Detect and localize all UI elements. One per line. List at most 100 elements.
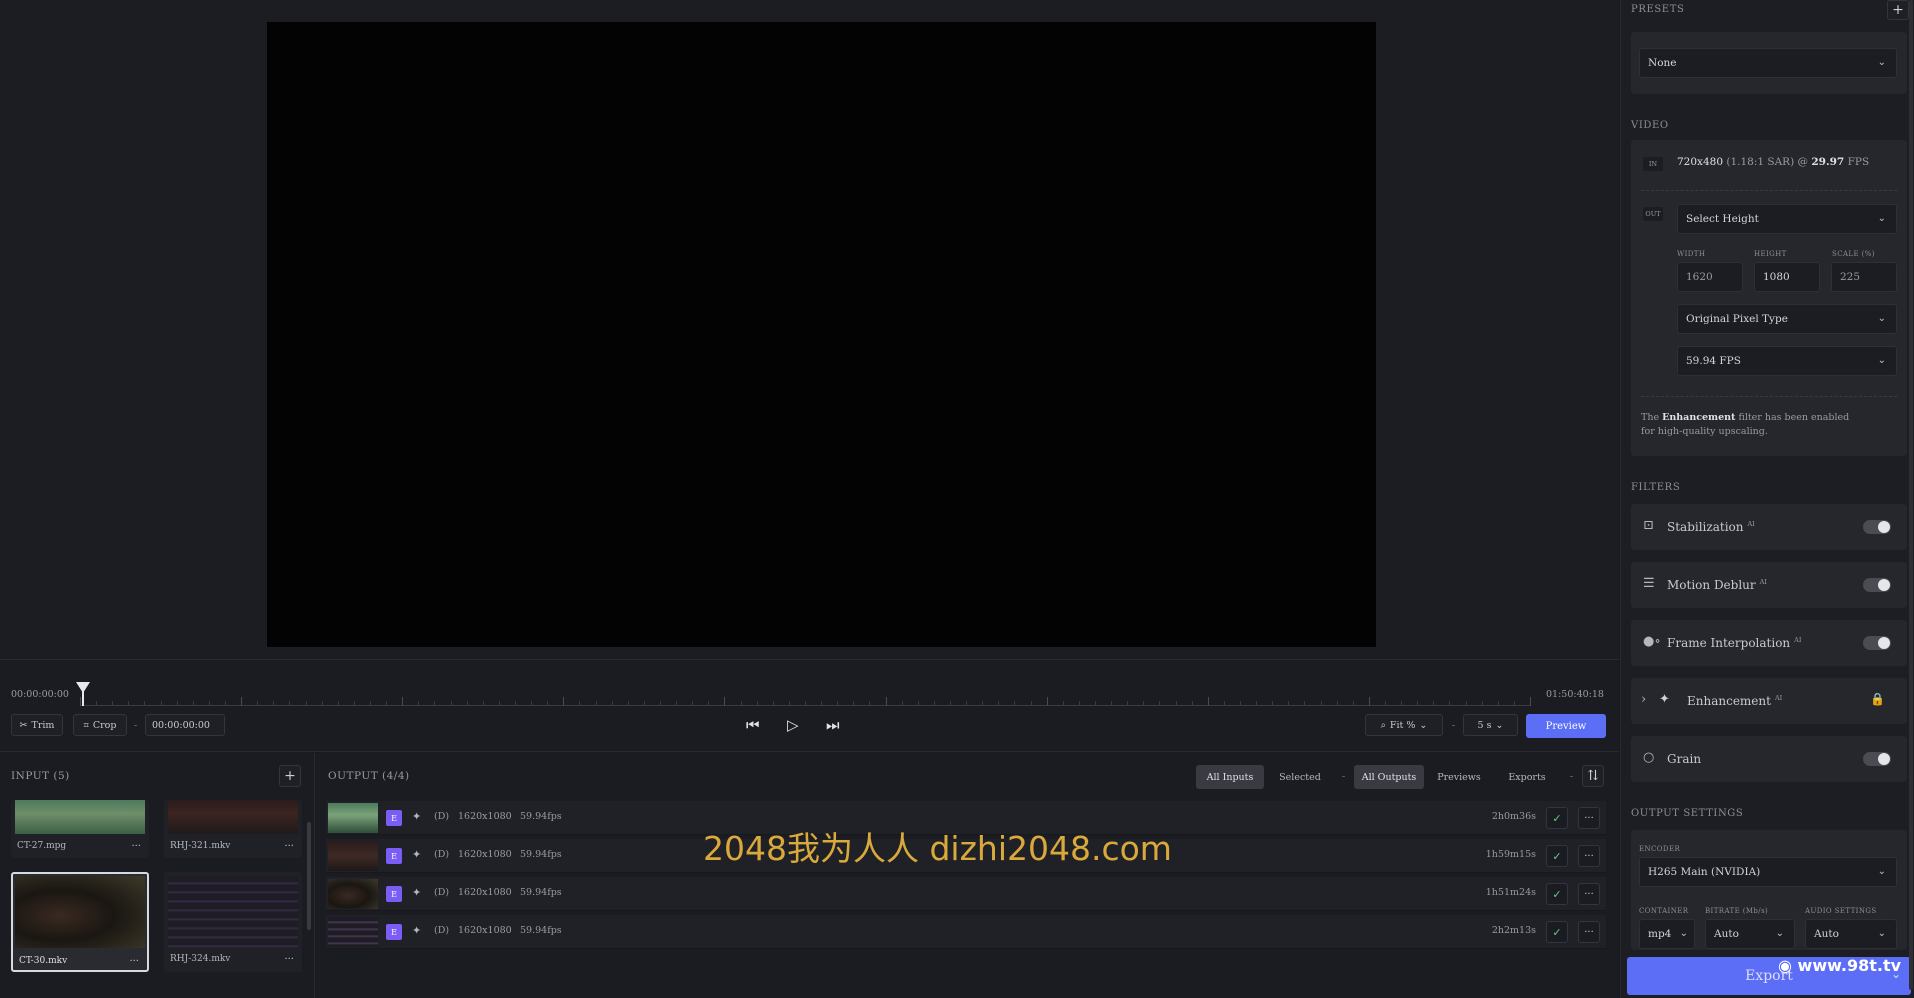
output-panel-title: OUTPUT (4/4) xyxy=(328,770,410,782)
input-more-button[interactable]: ··· xyxy=(129,956,139,967)
height-input[interactable]: 1080 xyxy=(1754,262,1820,292)
height-select[interactable]: Select Height ⌄ xyxy=(1677,204,1897,234)
video-preview-frame[interactable] xyxy=(267,22,1376,647)
ruler-tick xyxy=(96,701,98,706)
ruler-tick xyxy=(1111,701,1113,706)
grain-toggle[interactable] xyxy=(1863,752,1891,766)
ruler-tick xyxy=(595,701,597,706)
timeline-ruler[interactable] xyxy=(80,696,1531,706)
add-input-button[interactable]: + xyxy=(279,765,301,787)
filter-enhancement[interactable]: › ✦ Enhancement AI 🔒 xyxy=(1631,678,1907,724)
ruler-tick xyxy=(579,701,581,706)
ruler-tick xyxy=(450,701,452,706)
width-input[interactable]: 1620 xyxy=(1677,262,1743,292)
ruler-tick xyxy=(563,697,565,706)
audio-select[interactable]: Auto ⌄ xyxy=(1805,919,1897,949)
input-item[interactable]: CT-27.mpg ··· xyxy=(11,800,149,858)
input-item[interactable]: RHJ-324.mkv ··· xyxy=(164,872,302,972)
ruler-tick xyxy=(1497,701,1499,706)
out-tag: OUT xyxy=(1643,207,1663,221)
chevron-right-icon[interactable]: › xyxy=(1641,692,1646,707)
preset-select[interactable]: None ⌄ xyxy=(1639,48,1897,78)
add-preset-button[interactable]: + xyxy=(1887,0,1909,20)
scale-input[interactable]: 225 xyxy=(1831,262,1897,292)
ruler-tick xyxy=(241,697,243,706)
plus-icon: + xyxy=(1892,2,1904,18)
fps-select[interactable]: 59.94 FPS ⌄ xyxy=(1677,346,1897,376)
trim-button[interactable]: ✂ Trim xyxy=(11,714,63,736)
output-thumbnail xyxy=(328,803,378,833)
zoom-select[interactable]: ⌕ Fit % ⌄ xyxy=(1365,714,1443,736)
stabilization-toggle[interactable] xyxy=(1863,520,1891,534)
ruler-tick xyxy=(273,701,275,706)
ruler-tick xyxy=(402,697,404,706)
input-more-button[interactable]: ··· xyxy=(131,841,141,852)
frame-interpolation-toggle[interactable] xyxy=(1863,636,1891,650)
input-more-button[interactable]: ··· xyxy=(284,954,294,965)
ruler-tick xyxy=(1449,701,1451,706)
filter-motion-deblur[interactable]: ☰ Motion Deblur AI xyxy=(1631,562,1907,608)
encoder-select[interactable]: H265 Main (NVIDIA) ⌄ xyxy=(1639,857,1897,887)
filter-previews[interactable]: Previews xyxy=(1428,765,1490,789)
motion-deblur-toggle[interactable] xyxy=(1863,578,1891,592)
container-select[interactable]: mp4 ⌄ xyxy=(1639,919,1695,949)
pixel-type-select[interactable]: Original Pixel Type ⌄ xyxy=(1677,304,1897,334)
timecode-input[interactable]: 00:00:00:00 xyxy=(145,714,225,736)
step-back-icon[interactable]: ⏮ xyxy=(746,715,760,735)
filter-selected[interactable]: Selected xyxy=(1268,765,1332,789)
sidebar-scrollbar[interactable] xyxy=(1909,0,1913,990)
check-icon[interactable]: ✓ xyxy=(1546,883,1568,905)
play-icon[interactable]: ▷ xyxy=(787,715,799,735)
filter-all-inputs[interactable]: All Inputs xyxy=(1196,765,1264,789)
step-forward-icon[interactable]: ⏭ xyxy=(826,715,840,735)
input-item[interactable]: RHJ-321.mkv ··· xyxy=(164,800,302,858)
output-row[interactable]: E ✦ (D) 1620x1080 59.94fps 2h2m13s ✓ ··· xyxy=(326,915,1606,949)
ruler-tick xyxy=(1465,701,1467,706)
check-icon[interactable]: ✓ xyxy=(1546,845,1568,867)
check-icon[interactable]: ✓ xyxy=(1546,921,1568,943)
step-size-select[interactable]: 5 s ⌄ xyxy=(1463,714,1518,736)
ruler-tick xyxy=(708,701,710,706)
output-more-button[interactable]: ··· xyxy=(1578,921,1600,943)
ruler-tick xyxy=(289,701,291,706)
ruler-tick xyxy=(676,701,678,706)
filter-all-outputs[interactable]: All Outputs xyxy=(1354,765,1424,789)
chevron-down-icon: ⌄ xyxy=(1419,719,1428,731)
filter-exports[interactable]: Exports xyxy=(1496,765,1558,789)
crop-button[interactable]: ⌗ Crop xyxy=(73,714,127,736)
ruler-tick xyxy=(966,701,968,706)
ruler-tick xyxy=(1288,701,1290,706)
output-row[interactable]: E ✦ (D) 1620x1080 59.94fps 1h51m24s ✓ ··… xyxy=(326,877,1606,911)
presets-card: None ⌄ xyxy=(1631,32,1907,94)
filter-frame-interpolation[interactable]: ●∘ Frame Interpolation AI xyxy=(1631,620,1907,666)
video-label: VIDEO xyxy=(1631,120,1669,131)
ruler-tick xyxy=(788,701,790,706)
preview-button[interactable]: Preview xyxy=(1526,714,1606,738)
sort-button[interactable]: ⇅ xyxy=(1582,765,1604,787)
filter-stabilization[interactable]: ⊡ Stabilization AI xyxy=(1631,504,1907,550)
enhancement-badge: E xyxy=(386,924,402,940)
ruler-tick xyxy=(1191,701,1193,706)
ruler-tick xyxy=(933,701,935,706)
ruler-tick xyxy=(498,701,500,706)
input-item-selected[interactable]: CT-30.mkv ··· xyxy=(11,872,149,972)
bitrate-select[interactable]: Auto ⌄ xyxy=(1705,919,1795,949)
input-thumbnail xyxy=(15,800,145,834)
enhancement-badge: E xyxy=(386,886,402,902)
grain-icon: ○ xyxy=(1643,750,1655,765)
video-viewer xyxy=(0,0,1619,660)
input-more-button[interactable]: ··· xyxy=(284,841,294,852)
ruler-tick xyxy=(144,701,146,706)
output-more-button[interactable]: ··· xyxy=(1578,807,1600,829)
check-icon[interactable]: ✓ xyxy=(1546,807,1568,829)
ruler-tick xyxy=(853,701,855,706)
output-more-button[interactable]: ··· xyxy=(1578,845,1600,867)
ruler-tick xyxy=(1530,697,1531,706)
frame-interpolation-icon: ●∘ xyxy=(1643,634,1661,649)
scissors-icon: ✂ xyxy=(19,719,28,731)
output-more-button[interactable]: ··· xyxy=(1578,883,1600,905)
ruler-tick xyxy=(160,701,162,706)
filter-grain[interactable]: ○ Grain xyxy=(1631,736,1907,782)
input-scrollbar[interactable] xyxy=(307,822,311,930)
stabilization-icon: ⊡ xyxy=(1643,518,1654,533)
